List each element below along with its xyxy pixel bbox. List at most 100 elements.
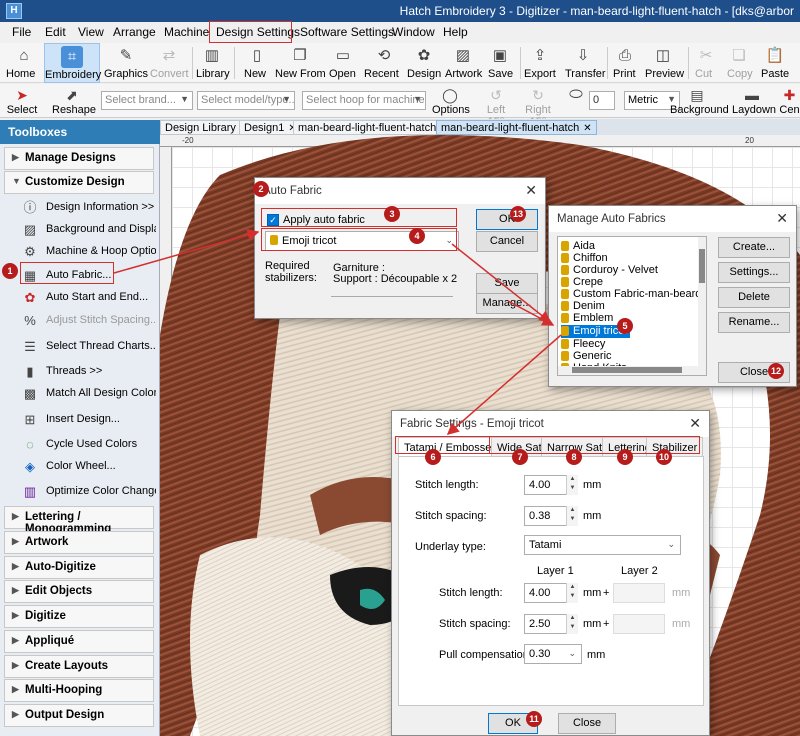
tool-cycle-used-colors[interactable]: ◌ Cycle Used Colors [18,434,156,456]
horizontal-scrollbar[interactable] [558,366,706,375]
annotation-design-settings [209,21,292,43]
laydown-button[interactable]: ▬ Laydown [732,84,776,116]
tab-man-beard-1[interactable]: man-beard-light-fluent-hatch✕ [293,120,454,135]
menu-machine[interactable]: Machine [164,25,209,39]
list-item[interactable]: Emblem [561,312,613,325]
manage-button[interactable]: Manage... [476,293,538,314]
hoop-rotate-icon-button[interactable]: ⬭ [566,84,584,104]
section-artwork[interactable]: ▶ Artwork [4,531,154,554]
fabric-list[interactable]: Aida Chiffon Corduroy - Velvet Crepe Cus… [557,236,707,376]
layer2-stitch-length-input[interactable] [613,583,665,603]
rotation-field[interactable]: 0 [589,91,615,110]
reshape-tool[interactable]: ⬈ Reshape [52,84,96,116]
manage-auto-fabrics-dialog: Manage Auto Fabrics ✕ Aida Chiffon Cordu… [548,205,797,387]
design-button[interactable]: ✿ Design [407,43,441,83]
underlay-stitch-spacing-stepper[interactable]: ▲ ▼ [566,614,578,634]
tool-match-all-colors[interactable]: ▩ Match All Design Colors [18,383,156,405]
menu-edit[interactable]: Edit [45,25,66,39]
print-button[interactable]: ⎙ Print [613,43,637,83]
new-file-icon: ▯ [252,47,262,64]
section-auto-digitize[interactable]: ▶ Auto-Digitize [4,556,154,579]
tool-optimize-color-change[interactable]: ▥Optimize Color Change... [18,481,156,503]
create-fabric-button[interactable]: Create... [718,237,790,258]
menu-file[interactable]: File [12,25,31,39]
close-icon[interactable]: ✕ [583,123,591,134]
fabric-settings-button[interactable]: Settings... [718,262,790,283]
fabric-settings-close-button[interactable]: Close [558,713,616,734]
embroidery-button[interactable]: ⌗ Embroidery [44,43,101,83]
underlay-type-select[interactable]: Tatami ⌄ [524,535,681,555]
new-from-button[interactable]: ❐ New From [275,43,326,83]
close-icon[interactable]: ✕ [776,210,788,227]
tool-adjust-stitch-spacing[interactable]: % Adjust Stitch Spacing... [18,310,156,332]
tool-select-thread-charts[interactable]: ☰ Select Thread Charts... [18,336,156,358]
menu-arrange[interactable]: Arrange [113,25,156,39]
menu-view[interactable]: View [78,25,104,39]
section-output-design[interactable]: ▶ Output Design [4,704,154,727]
close-icon[interactable]: ✕ [525,182,537,199]
convert-button[interactable]: ⇄ Convert [150,43,189,83]
scrollbar-thumb[interactable] [572,367,682,373]
scrollbar-thumb[interactable] [699,249,705,283]
cut-button[interactable]: ✂ Cut [695,43,715,83]
preview-button[interactable]: ◫ Preview [645,43,684,83]
tool-auto-start-end[interactable]: ✿ Auto Start and End... [18,287,156,309]
model-select[interactable]: Select model/type... ▼ [197,91,295,110]
close-icon[interactable]: ✕ [689,415,701,432]
home-button[interactable]: ⌂ Home [6,43,42,83]
pull-compensation-select[interactable]: 0.30 ⌄ [524,644,582,664]
section-multi-hooping[interactable]: ▶ Multi-Hooping [4,679,154,702]
paste-button[interactable]: 📋 Paste [761,43,789,83]
section-digitize[interactable]: ▶ Digitize [4,605,154,628]
section-applique[interactable]: ▶ Appliqué [4,630,154,653]
artwork-button[interactable]: ▨ Artwork [445,43,482,83]
annotation-fabric-select [261,228,457,251]
section-edit-objects[interactable]: ▶ Edit Objects [4,580,154,603]
export-button[interactable]: ⇪ Export [524,43,556,83]
recent-button[interactable]: ⟲ Recent [364,43,404,83]
ok-button[interactable]: OK [476,209,538,230]
delete-fabric-button[interactable]: Delete [718,287,790,308]
graphics-icon: ✎ [119,47,133,64]
menu-window[interactable]: Window [392,25,435,39]
section-customize-design[interactable]: ▼ Customize Design [4,171,154,194]
cancel-button[interactable]: Cancel [476,231,538,252]
annotation-auto-fabric [20,262,114,284]
tab-man-beard-2[interactable]: man-beard-light-fluent-hatch ✕ [436,120,597,135]
options-button[interactable]: ◯ Options [432,84,470,116]
copy-button[interactable]: ❏ Copy [727,43,753,83]
background-button[interactable]: ▤ Background [670,84,729,116]
section-create-layouts[interactable]: ▶ Create Layouts [4,655,154,678]
rename-fabric-button[interactable]: Rename... [718,312,790,333]
brand-select[interactable]: Select brand... ▼ [101,91,193,110]
tool-background-display[interactable]: ▨Background and Displa... [18,219,156,241]
underlay-stitch-length-stepper[interactable]: ▲ ▼ [566,583,578,603]
open-button[interactable]: ▭ Open [329,43,357,83]
menu-software-settings[interactable]: Software Settings [300,25,394,39]
tool-insert-design[interactable]: ⊞ Insert Design... [18,409,156,431]
section-manage-designs[interactable]: ▶ Manage Designs [4,147,154,170]
stitch-length-stepper[interactable]: ▲ ▼ [566,475,578,495]
select-tool[interactable]: ➤ Select [6,84,38,116]
graphics-button[interactable]: ✎ Graphics [104,43,148,83]
tool-color-wheel[interactable]: ◈ Color Wheel... [18,456,156,478]
vertical-scrollbar[interactable] [698,237,706,367]
layer2-stitch-spacing-input[interactable] [613,614,665,634]
new-button[interactable]: ▯ New [244,43,270,83]
paste-icon: 📋 [765,47,785,64]
section-lettering[interactable]: ▶ Lettering / Monogramming [4,506,154,535]
hoop-select[interactable]: Select hoop for machine... ▼ [302,91,426,110]
save-fabric-button[interactable]: Save [476,273,538,294]
tool-design-information[interactable]: ⓘ Design Information >> [18,197,156,219]
save-button[interactable]: ▣ Save [488,43,513,83]
library-button[interactable]: ▥ Library [196,43,230,83]
tool-threads[interactable]: ▮ Threads >> [18,361,156,383]
stabilizers-label: Required stabilizers: [265,260,317,284]
library-icon: ▥ [204,47,220,64]
tool-machine-hoop[interactable]: ⚙ Machine & Hoop Optio... [18,241,156,263]
transfer-button[interactable]: ⇩ Transfer [565,43,606,83]
stitch-spacing-stepper[interactable]: ▲ ▼ [566,506,578,526]
menu-help[interactable]: Help [443,25,468,39]
ribbon: ⌂ Home ⌗ Embroidery ✎ Graphics ⇄ Convert ▥ Li… [0,43,800,83]
center-button[interactable]: ✚ Cen [779,84,800,116]
